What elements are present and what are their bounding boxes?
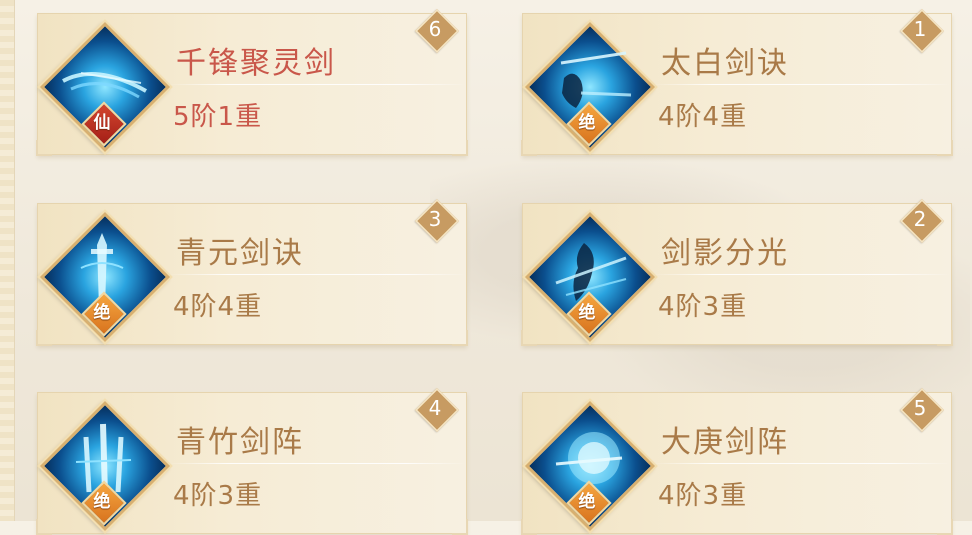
grade-label: 仙 bbox=[93, 113, 111, 133]
skill-card-qingyuan[interactable]: 绝 青元剑诀 4阶4重 3 bbox=[36, 198, 468, 346]
skill-level: 4阶3重 bbox=[658, 292, 748, 322]
divider bbox=[168, 274, 466, 275]
grade-label: 绝 bbox=[578, 492, 596, 512]
grade-label: 绝 bbox=[93, 492, 111, 512]
left-border-strip bbox=[0, 0, 15, 521]
rank-badge: 4 bbox=[414, 387, 460, 433]
rank-badge: 1 bbox=[899, 8, 945, 54]
rank-badge: 6 bbox=[414, 8, 460, 54]
rank-badge: 5 bbox=[899, 387, 945, 433]
rank-number: 4 bbox=[428, 396, 442, 420]
skill-level: 4阶3重 bbox=[658, 481, 748, 511]
grade-label: 绝 bbox=[578, 113, 596, 133]
skill-name: 大庚剑阵 bbox=[661, 425, 789, 460]
rank-number: 6 bbox=[428, 17, 442, 41]
skill-card-dageng[interactable]: 绝 大庚剑阵 4阶3重 5 bbox=[521, 387, 953, 535]
skill-name: 剑影分光 bbox=[661, 236, 789, 271]
skill-name: 青元剑诀 bbox=[176, 236, 304, 271]
divider bbox=[653, 274, 951, 275]
grade-label: 绝 bbox=[93, 303, 111, 323]
rank-number: 5 bbox=[913, 396, 927, 420]
skill-level: 4阶3重 bbox=[173, 481, 263, 511]
skill-icon-frame: 绝 bbox=[524, 400, 656, 532]
skill-card-taibai[interactable]: 绝 太白剑诀 4阶4重 1 bbox=[521, 8, 953, 156]
rank-number: 1 bbox=[913, 17, 927, 41]
skill-icon-frame: 仙 bbox=[39, 21, 171, 153]
skill-icon-frame: 绝 bbox=[524, 211, 656, 343]
skill-card-qingzhu[interactable]: 绝 青竹剑阵 4阶3重 4 bbox=[36, 387, 468, 535]
skill-name: 千锋聚灵剑 bbox=[176, 46, 336, 81]
skill-icon-frame: 绝 bbox=[524, 21, 656, 153]
divider bbox=[168, 84, 466, 85]
divider bbox=[168, 463, 466, 464]
skill-icon-frame: 绝 bbox=[39, 211, 171, 343]
skill-level: 4阶4重 bbox=[658, 102, 748, 132]
divider bbox=[653, 463, 951, 464]
rank-number: 3 bbox=[428, 207, 442, 231]
rank-number: 2 bbox=[913, 207, 927, 231]
skill-card-qianfeng[interactable]: 仙 千锋聚灵剑 5阶1重 6 bbox=[36, 8, 468, 156]
skill-card-jianying[interactable]: 绝 剑影分光 4阶3重 2 bbox=[521, 198, 953, 346]
skill-name: 太白剑诀 bbox=[661, 46, 789, 81]
skill-level: 4阶4重 bbox=[173, 292, 263, 322]
rank-badge: 3 bbox=[414, 198, 460, 244]
skill-icon-frame: 绝 bbox=[39, 400, 171, 532]
divider bbox=[653, 84, 951, 85]
rank-badge: 2 bbox=[899, 198, 945, 244]
grade-label: 绝 bbox=[578, 303, 596, 323]
skill-name: 青竹剑阵 bbox=[176, 425, 304, 460]
skill-level: 5阶1重 bbox=[173, 102, 263, 132]
